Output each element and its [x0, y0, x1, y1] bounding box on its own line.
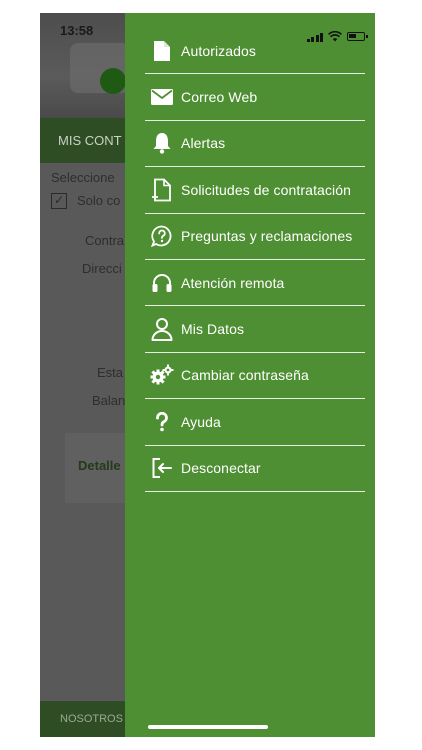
document-icon — [149, 38, 175, 64]
home-indicator[interactable] — [148, 725, 268, 729]
menu-item-label: Desconectar — [181, 460, 261, 477]
question-mark-icon — [149, 409, 175, 435]
status-label: Esta — [97, 365, 124, 380]
menu-item-label: Ayuda — [181, 413, 221, 430]
menu-item-correo-web[interactable]: Correo Web — [145, 74, 365, 121]
document-add-icon — [149, 177, 175, 203]
side-drawer: Autorizados Correo Web Alertas Solicitud… — [125, 13, 375, 737]
question-bubble-icon — [149, 223, 175, 249]
menu-item-label: Correo Web — [181, 89, 258, 106]
menu-item-label: Preguntas y reclamaciones — [181, 228, 353, 245]
menu-item-atencion-remota[interactable]: Atención remota — [145, 260, 365, 307]
menu-item-label: Autorizados — [181, 42, 257, 59]
menu-item-label: Mis Datos — [181, 321, 245, 338]
menu-item-desconectar[interactable]: Desconectar — [145, 446, 365, 492]
detail-link[interactable]: Detalle — [78, 458, 121, 473]
balance-label: Balan — [92, 393, 126, 408]
user-icon — [149, 316, 175, 342]
menu-item-label: Solicitudes de contratación — [181, 181, 352, 198]
envelope-icon — [149, 84, 175, 110]
headset-icon — [149, 270, 175, 296]
menu-item-ayuda[interactable]: Ayuda — [145, 399, 365, 446]
menu-item-mis-datos[interactable]: Mis Datos — [145, 306, 365, 353]
bell-icon — [149, 130, 175, 156]
select-text: Seleccione — [51, 170, 115, 185]
menu-item-label: Alertas — [181, 135, 226, 152]
menu-item-autorizados[interactable]: Autorizados — [145, 28, 365, 75]
contract-label: Contra — [85, 233, 125, 248]
logout-icon — [149, 455, 175, 481]
menu-item-cambiar-contrasena[interactable]: Cambiar contraseña — [145, 353, 365, 400]
menu-item-alertas[interactable]: Alertas — [145, 121, 365, 168]
menu-item-solicitudes[interactable]: Solicitudes de contratación — [145, 167, 365, 214]
menu-item-preguntas[interactable]: Preguntas y reclamaciones — [145, 214, 365, 260]
gears-icon — [149, 362, 175, 388]
drawer-menu: Autorizados Correo Web Alertas Solicitud… — [145, 28, 365, 492]
phone-screen: 13:58 MIS CONT Seleccione ✓ Solo co Cont… — [40, 13, 375, 737]
menu-item-label: Atención remota — [181, 274, 285, 291]
status-time: 13:58 — [60, 23, 94, 38]
only-text: Solo co — [77, 193, 121, 208]
menu-item-label: Cambiar contraseña — [181, 367, 309, 384]
only-checkbox[interactable]: ✓ — [51, 193, 67, 209]
address-label: Direcci — [82, 261, 122, 276]
